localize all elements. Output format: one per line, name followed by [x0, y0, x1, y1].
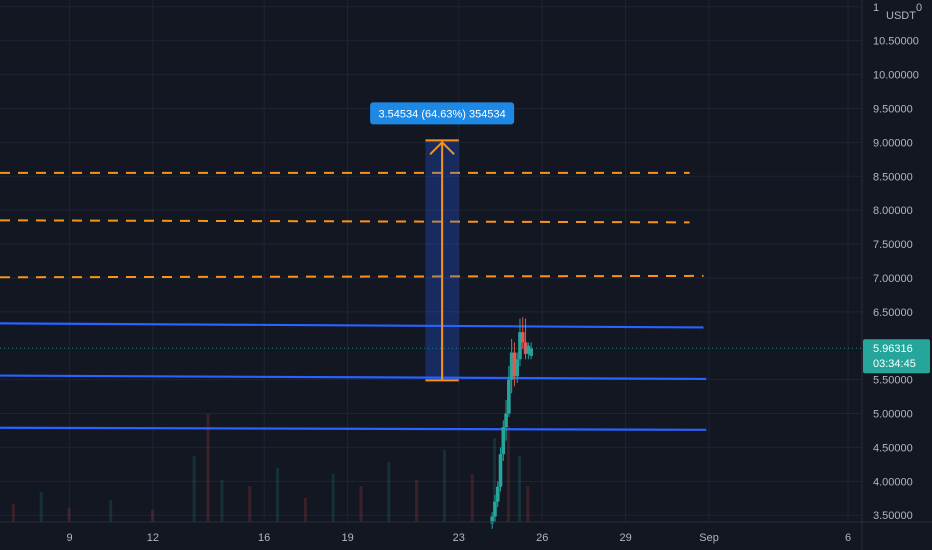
drawn-horizontal-lines[interactable]	[0, 171, 707, 431]
volume-bar	[331, 474, 335, 522]
price-tick-label: 8.00000	[873, 205, 913, 217]
support-resistance-line[interactable]	[0, 426, 707, 431]
support-resistance-line[interactable]	[0, 374, 707, 381]
current-price-value: 5.96316	[873, 343, 913, 355]
time-tick-label: 6	[845, 532, 851, 544]
volume-bar	[109, 500, 113, 522]
price-range-measure[interactable]: 3.54534 (64.63%) 354534	[370, 102, 515, 382]
price-tick-label: 6.50000	[873, 307, 913, 319]
price-tick-label: 7.00000	[873, 273, 913, 285]
candle-body	[495, 486, 500, 502]
candle-countdown: 03:34:45	[873, 358, 916, 370]
price-tick-label: 1	[873, 2, 879, 14]
dashed-target-line[interactable]	[0, 274, 704, 279]
volume-bar	[517, 456, 521, 522]
price-tick-label: 8.50000	[873, 171, 913, 183]
volume-bar	[415, 480, 419, 522]
candle-body	[507, 379, 511, 414]
time-tick-label: 26	[536, 532, 548, 544]
volume-bar	[150, 510, 154, 522]
candle-body	[504, 413, 508, 428]
volume-bar	[387, 462, 391, 522]
price-tick-label: 5.00000	[873, 409, 913, 421]
candle-body	[529, 348, 533, 356]
candle-body	[501, 427, 506, 455]
volume-bar	[248, 486, 252, 522]
price-tick-label: 7.50000	[873, 239, 913, 251]
time-tick-label: 19	[341, 532, 353, 544]
volume-bar	[67, 507, 71, 522]
currency-label: USDT	[886, 10, 916, 22]
volume-bar	[39, 492, 43, 522]
price-tick-label: 10.00000	[873, 70, 919, 82]
time-axis[interactable]: 9 12 16 19 23 26 29 Sep 6	[0, 521, 932, 544]
price-tick-label: 4.00000	[873, 476, 913, 488]
candle-body	[515, 359, 519, 377]
time-tick-label: 12	[147, 532, 159, 544]
price-chart[interactable]: 3.54534 (64.63%) 354534 1 10.50000 10.0000…	[0, 0, 932, 550]
volume-bar	[526, 486, 530, 522]
candle-body	[498, 454, 503, 487]
volume-bar	[470, 474, 474, 522]
dashed-target-line[interactable]	[0, 219, 690, 224]
time-tick-label: 16	[258, 532, 270, 544]
measure-label: 3.54534 (64.63%) 354534	[379, 108, 506, 120]
support-resistance-line[interactable]	[0, 322, 704, 329]
volume-bar	[303, 498, 307, 522]
volume-bar	[220, 480, 224, 522]
volume-bar	[206, 414, 210, 522]
volume-bar	[506, 426, 510, 522]
price-tick-label: 5.50000	[873, 375, 913, 387]
candle-body	[520, 332, 525, 343]
volume-bar	[276, 468, 280, 522]
volume-bar	[359, 486, 363, 522]
price-tick-label: 10.50000	[873, 36, 919, 48]
time-tick-label: 29	[620, 532, 632, 544]
time-tick-label: 9	[66, 532, 72, 544]
price-tick-label: 4.50000	[873, 442, 913, 454]
volume-bar	[11, 504, 15, 522]
volume-bars	[11, 414, 530, 522]
candle-body	[493, 501, 497, 517]
time-tick-label: 23	[453, 532, 465, 544]
volume-bar	[192, 456, 196, 522]
price-tick-label: 0	[916, 2, 922, 14]
price-badges: 5.96316 03:34:45	[0, 339, 930, 374]
time-tick-label: Sep	[699, 532, 719, 544]
price-tick-label: 9.50000	[873, 103, 913, 115]
volume-bar	[442, 450, 446, 522]
price-tick-label: 9.00000	[873, 137, 913, 149]
price-axis[interactable]: 1 10.50000 10.00000 9.50000 9.00000 8.50000 8.…	[861, 0, 932, 550]
price-tick-label: 3.50000	[873, 510, 913, 522]
